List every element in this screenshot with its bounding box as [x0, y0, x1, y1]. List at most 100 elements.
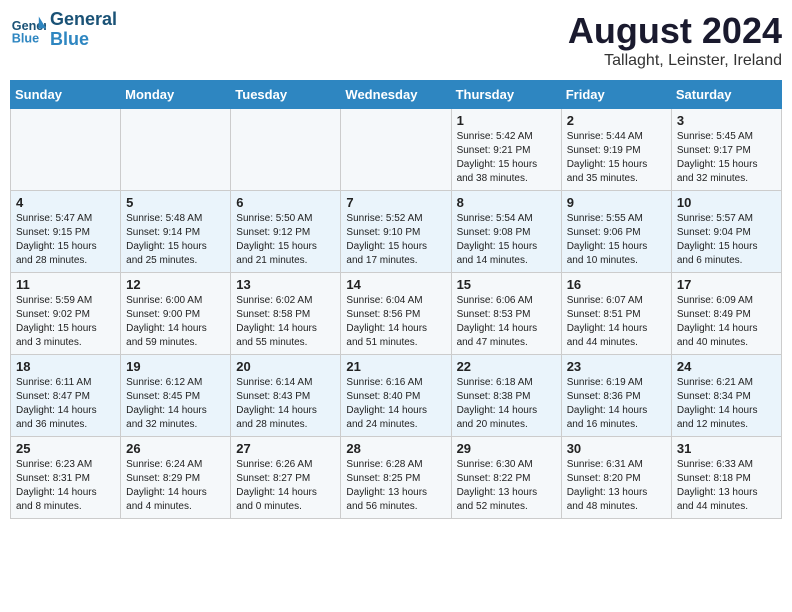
day-number: 9: [567, 195, 666, 210]
day-header-sunday: Sunday: [11, 81, 121, 109]
calendar-day-13: 13Sunrise: 6:02 AM Sunset: 8:58 PM Dayli…: [231, 273, 341, 355]
day-content: Sunrise: 5:48 AM Sunset: 9:14 PM Dayligh…: [126, 212, 225, 268]
calendar-day-14: 14 Sunrise: 6:04 AM Sunset: 8:56 PM Dayli…: [341, 273, 451, 355]
day-content: Sunrise: 6:16 AM Sunset: 8:40 PM Dayligh…: [346, 376, 445, 432]
day-content: Sunrise: 5:57 AM Sunset: 9:04 PM Dayligh…: [677, 212, 776, 268]
day-number: 25: [16, 441, 115, 456]
day-header-saturday: Saturday: [671, 81, 781, 109]
day-content: Sunrise: 5:47 AM Sunset: 9:15 PM Dayligh…: [16, 212, 115, 268]
day-number: 21: [346, 359, 445, 374]
day-number: 11: [16, 277, 115, 292]
day-content: Sunrise: 6:02 AM Sunset: 8:58 PM Dayligh…: [236, 294, 335, 350]
logo-general: General: [50, 10, 117, 30]
day-content: Sunrise: 6:07 AM Sunset: 8:51 PM Dayligh…: [567, 294, 666, 350]
day-content: Sunrise: 6:28 AM Sunset: 8:25 PM Dayligh…: [346, 458, 445, 514]
calendar-day-31: 31Sunrise: 6:33 AM Sunset: 8:18 PM Dayli…: [671, 437, 781, 519]
day-content: Sunrise: 6:14 AM Sunset: 8:43 PM Dayligh…: [236, 376, 335, 432]
day-content: Sunrise: 5:45 AM Sunset: 9:17 PM Dayligh…: [677, 130, 776, 186]
calendar-day-2: 2 Sunrise: 5:44 AM Sunset: 9:19 PM Daylig…: [561, 109, 671, 191]
day-number: 15: [457, 277, 556, 292]
calendar-table: SundayMondayTuesdayWednesdayThursdayFrid…: [10, 80, 782, 519]
logo: General Blue General Blue: [10, 10, 117, 50]
day-content: Sunrise: 5:50 AM Sunset: 9:12 PM Dayligh…: [236, 212, 335, 268]
calendar-day-11: 11 Sunrise: 5:59 AM Sunset: 9:02 PM Dayli…: [11, 273, 121, 355]
calendar-day-29: 29 Sunrise: 6:30 AM Sunset: 8:22 PM Dayli…: [451, 437, 561, 519]
day-number: 24: [677, 359, 776, 374]
day-number: 4: [16, 195, 115, 210]
day-header-tuesday: Tuesday: [231, 81, 341, 109]
day-content: Sunrise: 5:44 AM Sunset: 9:19 PM Dayligh…: [567, 130, 666, 186]
calendar-day-22: 22Sunrise: 6:18 AM Sunset: 8:38 PM Dayli…: [451, 355, 561, 437]
day-content: Sunrise: 6:09 AM Sunset: 8:49 PM Dayligh…: [677, 294, 776, 350]
location-subtitle: Tallaght, Leinster, Ireland: [568, 52, 782, 70]
calendar-day-6: 6 Sunrise: 5:50 AM Sunset: 9:12 PM Daylig…: [231, 191, 341, 273]
calendar-day-12: 12 Sunrise: 6:00 AM Sunset: 9:00 PM Dayli…: [121, 273, 231, 355]
day-number: 12: [126, 277, 225, 292]
day-content: Sunrise: 6:30 AM Sunset: 8:22 PM Dayligh…: [457, 458, 556, 514]
day-content: Sunrise: 6:00 AM Sunset: 9:00 PM Dayligh…: [126, 294, 225, 350]
calendar-day-8: 8Sunrise: 5:54 AM Sunset: 9:08 PM Daylig…: [451, 191, 561, 273]
calendar-day-10: 10 Sunrise: 5:57 AM Sunset: 9:04 PM Dayli…: [671, 191, 781, 273]
calendar-day-23: 23 Sunrise: 6:19 AM Sunset: 8:36 PM Dayli…: [561, 355, 671, 437]
day-number: 29: [457, 441, 556, 456]
calendar-day-21: 21 Sunrise: 6:16 AM Sunset: 8:40 PM Dayli…: [341, 355, 451, 437]
calendar-week-row: 1 Sunrise: 5:42 AM Sunset: 9:21 PM Daylig…: [11, 109, 782, 191]
day-number: 17: [677, 277, 776, 292]
day-number: 27: [236, 441, 335, 456]
day-content: Sunrise: 5:42 AM Sunset: 9:21 PM Dayligh…: [457, 130, 556, 186]
title-block: August 2024 Tallaght, Leinster, Ireland: [568, 10, 782, 70]
day-number: 1: [457, 113, 556, 128]
day-number: 2: [567, 113, 666, 128]
calendar-day-25: 25 Sunrise: 6:23 AM Sunset: 8:31 PM Dayli…: [11, 437, 121, 519]
day-number: 5: [126, 195, 225, 210]
day-content: Sunrise: 6:21 AM Sunset: 8:34 PM Dayligh…: [677, 376, 776, 432]
day-number: 26: [126, 441, 225, 456]
calendar-day-1: 1 Sunrise: 5:42 AM Sunset: 9:21 PM Daylig…: [451, 109, 561, 191]
calendar-empty-cell: [231, 109, 341, 191]
calendar-day-24: 24 Sunrise: 6:21 AM Sunset: 8:34 PM Dayli…: [671, 355, 781, 437]
logo-blue: Blue: [50, 30, 117, 50]
day-content: Sunrise: 6:11 AM Sunset: 8:47 PM Dayligh…: [16, 376, 115, 432]
calendar-day-26: 26 Sunrise: 6:24 AM Sunset: 8:29 PM Dayli…: [121, 437, 231, 519]
day-number: 8: [457, 195, 556, 210]
day-content: Sunrise: 6:04 AM Sunset: 8:56 PM Dayligh…: [346, 294, 445, 350]
day-content: Sunrise: 6:24 AM Sunset: 8:29 PM Dayligh…: [126, 458, 225, 514]
day-content: Sunrise: 6:18 AM Sunset: 8:38 PM Dayligh…: [457, 376, 556, 432]
calendar-day-16: 16 Sunrise: 6:07 AM Sunset: 8:51 PM Dayli…: [561, 273, 671, 355]
day-content: Sunrise: 6:26 AM Sunset: 8:27 PM Dayligh…: [236, 458, 335, 514]
day-number: 14: [346, 277, 445, 292]
day-number: 16: [567, 277, 666, 292]
day-content: Sunrise: 6:23 AM Sunset: 8:31 PM Dayligh…: [16, 458, 115, 514]
day-number: 10: [677, 195, 776, 210]
calendar-week-row: 11 Sunrise: 5:59 AM Sunset: 9:02 PM Dayli…: [11, 273, 782, 355]
calendar-day-17: 17 Sunrise: 6:09 AM Sunset: 8:49 PM Dayli…: [671, 273, 781, 355]
calendar-day-18: 18 Sunrise: 6:11 AM Sunset: 8:47 PM Dayli…: [11, 355, 121, 437]
calendar-day-9: 9 Sunrise: 5:55 AM Sunset: 9:06 PM Daylig…: [561, 191, 671, 273]
calendar-day-27: 27 Sunrise: 6:26 AM Sunset: 8:27 PM Dayli…: [231, 437, 341, 519]
day-header-monday: Monday: [121, 81, 231, 109]
day-content: Sunrise: 6:12 AM Sunset: 8:45 PM Dayligh…: [126, 376, 225, 432]
calendar-day-28: 28Sunrise: 6:28 AM Sunset: 8:25 PM Dayli…: [341, 437, 451, 519]
calendar-empty-cell: [341, 109, 451, 191]
calendar-day-5: 5 Sunrise: 5:48 AM Sunset: 9:14 PM Daylig…: [121, 191, 231, 273]
page-header: General Blue General Blue August 2024 Ta…: [10, 10, 782, 70]
calendar-day-30: 30Sunrise: 6:31 AM Sunset: 8:20 PM Dayli…: [561, 437, 671, 519]
day-header-thursday: Thursday: [451, 81, 561, 109]
day-content: Sunrise: 6:33 AM Sunset: 8:18 PM Dayligh…: [677, 458, 776, 514]
calendar-day-15: 15Sunrise: 6:06 AM Sunset: 8:53 PM Dayli…: [451, 273, 561, 355]
calendar-header-row: SundayMondayTuesdayWednesdayThursdayFrid…: [11, 81, 782, 109]
day-number: 23: [567, 359, 666, 374]
day-number: 6: [236, 195, 335, 210]
day-content: Sunrise: 5:59 AM Sunset: 9:02 PM Dayligh…: [16, 294, 115, 350]
day-number: 18: [16, 359, 115, 374]
day-number: 30: [567, 441, 666, 456]
day-header-friday: Friday: [561, 81, 671, 109]
svg-text:Blue: Blue: [12, 31, 39, 45]
day-content: Sunrise: 6:19 AM Sunset: 8:36 PM Dayligh…: [567, 376, 666, 432]
day-content: Sunrise: 5:52 AM Sunset: 9:10 PM Dayligh…: [346, 212, 445, 268]
day-number: 19: [126, 359, 225, 374]
day-number: 7: [346, 195, 445, 210]
calendar-empty-cell: [11, 109, 121, 191]
day-content: Sunrise: 5:55 AM Sunset: 9:06 PM Dayligh…: [567, 212, 666, 268]
month-title: August 2024: [568, 10, 782, 52]
